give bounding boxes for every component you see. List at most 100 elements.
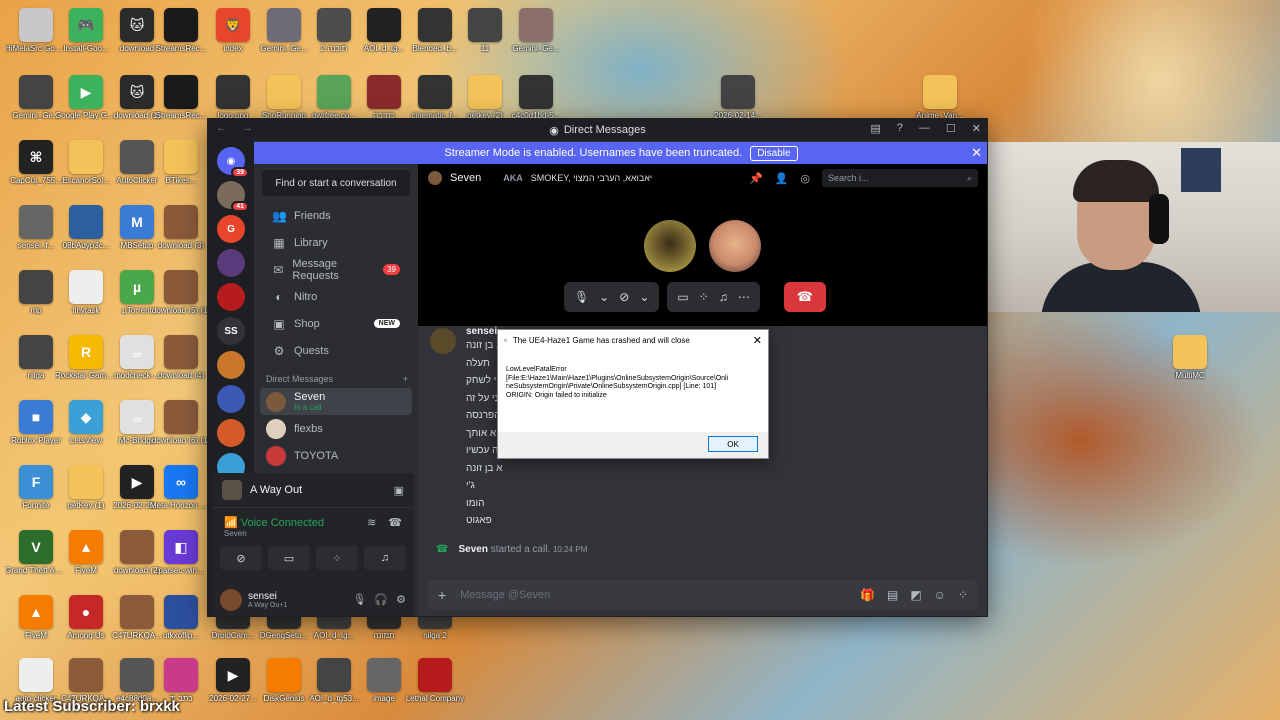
message-line: הומו — [466, 497, 485, 509]
noise-suppression-icon[interactable]: ≋ — [367, 516, 376, 529]
sidebar-item-label: Library — [294, 236, 328, 249]
dm-status: In a call — [294, 403, 322, 412]
add-dm-icon[interactable]: + — [403, 374, 408, 384]
unread-badge: 39 — [231, 167, 249, 178]
desktop-icon[interactable]: StreamsRec... — [151, 75, 211, 139]
disconnect-icon[interactable]: ☎ — [388, 516, 402, 529]
app-icon — [418, 8, 452, 42]
server-icon[interactable] — [217, 351, 245, 379]
chevron-down-icon: ⌄ — [639, 290, 650, 304]
window-title: Direct Messages — [563, 124, 646, 136]
sidebar-item-shop[interactable]: ▣ Shop NEW — [260, 310, 412, 337]
sidebar-item-nitro[interactable]: ◐ Nitro — [260, 283, 412, 310]
sidebar-item-library[interactable]: ▦ Library — [260, 229, 412, 256]
profile-icon[interactable]: ◎ — [800, 172, 810, 185]
server-icon[interactable]: G — [217, 215, 245, 243]
message-composer[interactable]: + Message @Seven 🎁 ▤ ◩ ☺ ⁘ — [428, 580, 978, 610]
gift-icon[interactable]: 🎁 — [860, 588, 875, 602]
close-dialog-icon[interactable]: ✕ — [753, 334, 762, 347]
screen-share-button[interactable]: ▭ — [268, 546, 310, 570]
desktop-icon[interactable]: Gemini_Ge... — [506, 8, 566, 72]
close-banner-icon[interactable]: ✕ — [971, 145, 982, 161]
dm-item[interactable]: Seven In a call — [260, 388, 412, 415]
apps-icon[interactable]: ⁘ — [958, 588, 968, 602]
call-participant-avatar[interactable] — [709, 220, 761, 272]
game-activity[interactable]: A Way Out ▣ — [212, 473, 414, 507]
nav-arrows-icon[interactable]: ← → — [216, 122, 259, 134]
gif-icon[interactable]: ▤ — [887, 588, 898, 602]
emoji-icon[interactable]: ☺ — [934, 588, 946, 602]
app-icon: ☕ — [120, 335, 154, 369]
sidebar-item-message-requests[interactable]: ✉ Message Requests 39 — [260, 256, 412, 283]
app-icon: 🦁 — [216, 8, 250, 42]
pin-icon[interactable]: 📌 — [749, 172, 763, 185]
message-line: א בן זונה — [466, 462, 503, 474]
desktop-icon[interactable]: StreamsRec... — [151, 8, 211, 72]
headset-icon[interactable]: 🎧 — [374, 593, 388, 606]
game-screen-icon[interactable]: ▣ — [394, 484, 404, 497]
desktop-icon[interactable]: ◧ parsec-win... — [151, 530, 211, 594]
find-conversation-button[interactable]: Find or start a conversation — [262, 170, 410, 196]
app-icon — [19, 335, 53, 369]
sticker-icon[interactable]: ◩ — [910, 588, 921, 602]
avatar[interactable] — [220, 588, 242, 611]
dm-header-label: Direct Messages — [266, 374, 334, 384]
server-icon[interactable] — [217, 385, 245, 413]
crash-dialog: ▫ The UE4-Haze1 Game has crashed and wil… — [497, 329, 769, 459]
disable-streamer-button[interactable]: Disable — [750, 145, 798, 161]
sidebar-item-friends[interactable]: 👥 Friends — [260, 202, 412, 229]
message-line: פאגוט — [466, 515, 492, 526]
search-input[interactable]: Search i... ⌕ — [822, 169, 978, 187]
soundboard-icon: ♫ — [718, 290, 728, 304]
desktop-icon[interactable]: download (3) — [151, 205, 211, 269]
maximize-button[interactable]: ☐ — [946, 122, 956, 135]
close-window-button[interactable]: ✕ — [972, 122, 981, 135]
server-icon[interactable]: ◉ 39 — [217, 147, 249, 178]
app-icon — [267, 658, 301, 692]
mic-toggle[interactable]: 🎙 ⌄ ⊘ ⌄ — [564, 282, 660, 312]
server-icon[interactable] — [217, 419, 245, 447]
app-icon — [317, 658, 351, 692]
server-icon[interactable] — [217, 283, 245, 311]
sidebar-item-quests[interactable]: ⚙ Quests — [260, 337, 412, 364]
ok-button[interactable]: OK — [708, 436, 758, 452]
app-icon — [468, 75, 502, 109]
desktop-icon[interactable]: ∞ Meta Horizon Link — [150, 465, 212, 529]
inbox-icon[interactable]: ▤ — [870, 122, 880, 135]
desktop-icon[interactable]: Lethal Company — [405, 658, 465, 720]
call-participant-avatar[interactable] — [644, 220, 696, 272]
app-icon: M — [120, 205, 154, 239]
game-art — [222, 480, 242, 500]
server-icon[interactable]: SS — [217, 317, 245, 345]
activities-button[interactable]: ⁘ — [316, 546, 358, 570]
camera-off-button[interactable]: ⊘ — [220, 546, 262, 570]
hang-up-button[interactable]: ☎ — [783, 282, 826, 312]
dm-recipient-name: Seven — [450, 172, 482, 184]
server-icon[interactable] — [217, 249, 245, 277]
desktop-icon[interactable]: MultiMC — [1160, 335, 1220, 399]
system-sender: Seven — [458, 544, 488, 555]
minimize-button[interactable]: — — [919, 122, 930, 135]
nav-list: 👥 Friends ▦ Library ✉ Message Requests 39 ◐ Nitr… — [254, 202, 418, 364]
soundboard-button[interactable]: ♫ — [364, 546, 406, 570]
dm-name: flexbs — [294, 422, 323, 435]
app-icon — [120, 595, 154, 629]
desktop-icon[interactable]: download (5) (1) — [151, 270, 211, 334]
dm-item[interactable]: TOYOTA — [260, 442, 412, 469]
desktop-icon[interactable]: utkxofljp... — [151, 595, 211, 659]
voice-connected-label[interactable]: 📶 Voice Connected — [224, 516, 324, 529]
error-line: neSubsystemOrigin\Private\OnlineSubsyste… — [506, 383, 717, 390]
settings-gear-icon[interactable]: ⚙ — [396, 593, 406, 606]
desktop-icon[interactable]: download (6) (1) — [151, 400, 211, 464]
server-icon[interactable]: 41 — [217, 181, 249, 212]
mic-icon[interactable]: 🎙 — [352, 593, 366, 606]
desktop-icon[interactable]: download (4) — [151, 335, 211, 399]
call-tools[interactable]: ▭ ⁘ ♫ ⋯ — [667, 282, 760, 312]
app-icon — [367, 658, 401, 692]
attach-plus-icon[interactable]: + — [438, 587, 446, 603]
dm-item[interactable]: flexbs — [260, 415, 412, 442]
desktop-icon[interactable]: BTikes... — [151, 140, 211, 204]
help-icon[interactable]: ? — [897, 122, 903, 135]
add-friend-icon[interactable]: 👤 — [775, 172, 789, 185]
shop-icon: ▣ — [273, 316, 285, 331]
